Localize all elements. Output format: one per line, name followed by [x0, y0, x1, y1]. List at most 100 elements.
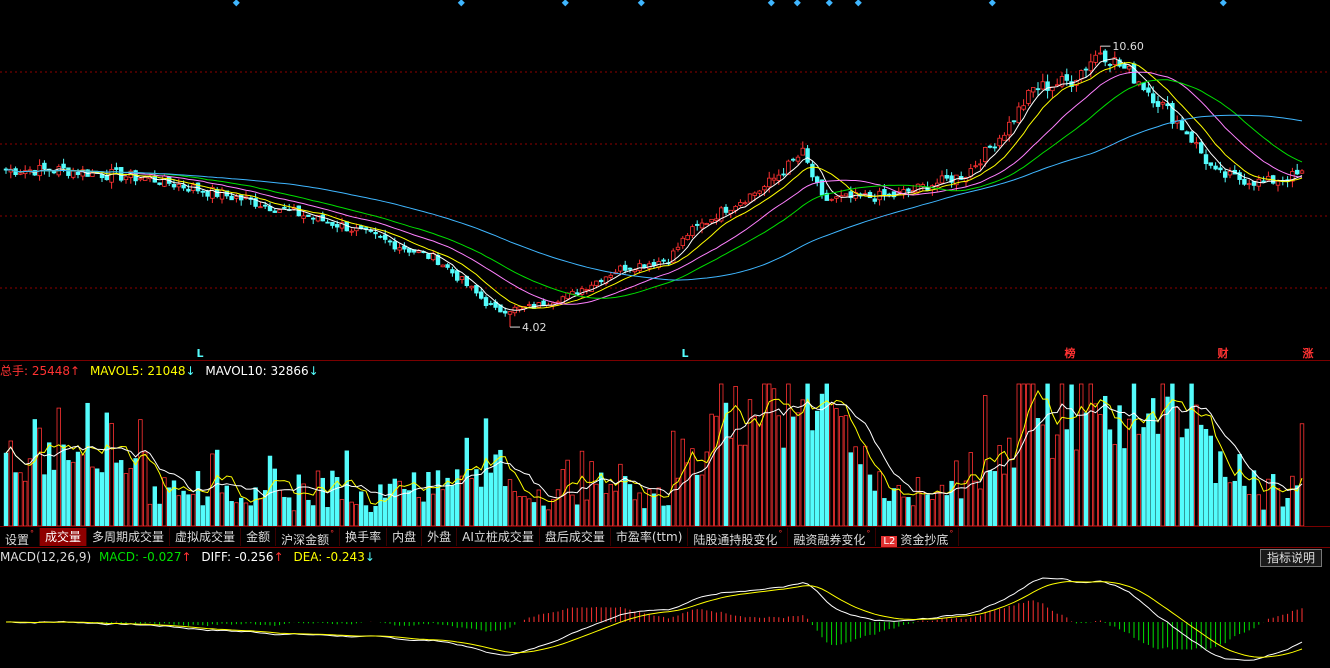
indicator-explain-button[interactable]: 指标说明 — [1259, 549, 1322, 567]
volume-bar — [843, 415, 849, 526]
volume-bar — [781, 447, 786, 526]
tab-dot: ° — [949, 529, 954, 538]
volume-bar — [738, 444, 743, 526]
volume-bar — [406, 490, 412, 526]
volume-bar — [1285, 497, 1290, 526]
volume-bar — [1050, 457, 1055, 526]
price-chart[interactable]: 10.60 4.02 L L 榜 财 涨 — [0, 0, 1330, 360]
volume-bar — [1127, 418, 1132, 526]
volume-chart[interactable] — [0, 380, 1330, 526]
candle-body — [387, 240, 393, 243]
volume-bar — [114, 462, 119, 526]
volume-bar — [987, 470, 993, 526]
candle-body — [1088, 61, 1093, 72]
volume-bar — [219, 492, 225, 526]
volume-bar — [959, 498, 964, 526]
volume-bar — [944, 495, 949, 526]
event-diamond-icon — [825, 0, 833, 7]
event-diamond-icon — [1219, 0, 1227, 7]
candle-body — [349, 230, 354, 233]
candle-body — [829, 198, 834, 201]
candle-body — [627, 267, 633, 270]
candle-body — [704, 223, 709, 226]
volume-bar — [71, 461, 76, 526]
volume-bar — [1103, 395, 1108, 526]
volume-bar — [18, 472, 23, 526]
indicator-tab-5[interactable]: 沪深金额° — [276, 528, 341, 547]
indicator-tab-13[interactable]: 融资融券变化° — [788, 528, 877, 547]
indicator-tab-9[interactable]: AI立桩成交量 — [457, 528, 540, 546]
candle-body — [406, 248, 412, 253]
candle-body — [608, 274, 613, 278]
volume-bar — [1112, 444, 1117, 526]
volume-bar — [157, 503, 162, 526]
candle-body — [939, 175, 945, 184]
candle-body — [771, 177, 777, 181]
candle-body — [75, 171, 81, 175]
event-diamond-icon — [561, 0, 569, 7]
volume-bar — [190, 493, 196, 526]
volume-bar — [551, 499, 556, 526]
volume-bar — [1237, 454, 1242, 526]
volume-bar — [997, 445, 1002, 526]
volume-bar — [1208, 435, 1213, 526]
indicator-tab-7[interactable]: 内盘 — [387, 528, 423, 546]
macd-chart[interactable] — [0, 566, 1330, 668]
volume-bar — [3, 452, 9, 526]
candle-body — [575, 292, 580, 295]
candle-body — [1275, 180, 1281, 186]
volume-bar — [877, 471, 882, 526]
volume-bar — [363, 505, 369, 526]
volume-bar — [541, 505, 546, 526]
volume-bar — [723, 402, 729, 526]
candle-body — [138, 178, 143, 181]
candle-body — [382, 234, 388, 240]
candle-body — [541, 300, 546, 307]
volume-bar — [570, 494, 575, 526]
candle-body — [1064, 74, 1069, 81]
volume-bar — [277, 489, 282, 526]
indicator-tab-8[interactable]: 外盘 — [422, 528, 458, 546]
indicator-tab-10[interactable]: 盘后成交量 — [540, 528, 611, 546]
candle-body — [171, 183, 177, 188]
volume-bar — [656, 487, 661, 526]
candle-body — [685, 235, 690, 240]
volume-bar — [56, 407, 61, 526]
volume-bar — [176, 495, 181, 526]
indicator-tab-1[interactable]: 成交量 — [40, 528, 88, 546]
volume-bar — [815, 410, 820, 526]
volume-bar — [829, 403, 834, 526]
indicator-tab-14[interactable]: L2 资金抄底° — [876, 528, 960, 547]
candle-body — [469, 285, 474, 289]
volume-bar — [1194, 404, 1199, 526]
volume-bar — [1146, 413, 1151, 526]
volume-bar — [1223, 476, 1228, 526]
candle-body — [483, 297, 489, 306]
volume-bar — [430, 493, 436, 526]
volume-bar — [464, 437, 469, 526]
volume-bar — [771, 388, 777, 526]
indicator-tab-11[interactable]: 市盈率(ttm) — [611, 528, 689, 546]
candle-body — [454, 270, 460, 281]
indicator-tab-4[interactable]: 金额 — [241, 528, 277, 546]
candle-body — [747, 193, 753, 203]
indicator-tab-6[interactable]: 换手率 — [340, 528, 388, 546]
candle-body — [1203, 154, 1209, 165]
candle-body — [186, 188, 191, 192]
volume-bar — [507, 479, 513, 526]
indicator-tab-12[interactable]: 陆股通持股变化° — [688, 528, 789, 547]
indicator-tab-0[interactable]: 设置° — [0, 528, 41, 547]
volume-bar — [315, 470, 321, 526]
volume-bar — [286, 497, 292, 526]
mavol5-label: MAVOL5: 21048↓ — [89, 364, 196, 378]
volume-bar — [1074, 449, 1079, 526]
volume-bar — [608, 484, 613, 526]
volume-bar — [1155, 433, 1161, 526]
indicator-tab-2[interactable]: 多周期成交量 — [87, 528, 171, 546]
candle-body — [426, 253, 431, 259]
candle-body — [618, 265, 623, 272]
volume-bar — [1007, 437, 1012, 526]
event-diamond-icon — [793, 0, 801, 7]
candle-body — [1242, 178, 1247, 185]
indicator-tab-3[interactable]: 虚拟成交量 — [170, 528, 242, 546]
